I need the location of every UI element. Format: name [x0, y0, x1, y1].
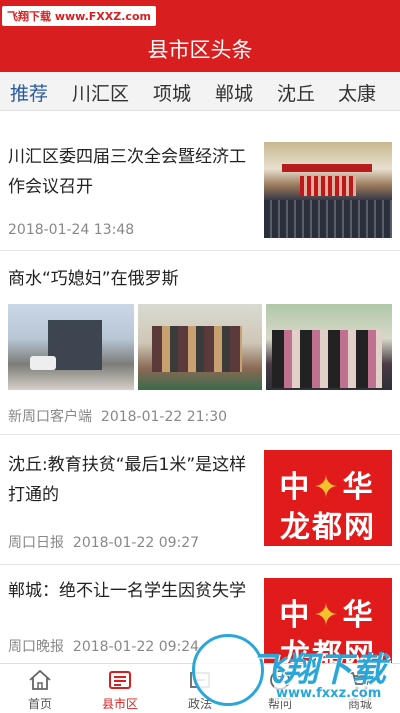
news-meta: 周口日报 2018-01-22 09:27 — [8, 532, 199, 552]
tab-recommend[interactable]: 推荐 — [10, 79, 48, 106]
news-time: 2018-01-22 09:24 — [72, 639, 200, 655]
category-tabs: 推荐 川汇区 项城 郸城 沈丘 太康 — [0, 72, 400, 111]
news-title: 沈丘:教育扶贫“最后1米”是这样打通的 — [8, 455, 247, 505]
longdu-logo-thumbnail: 中✦华 龙都网 — [264, 450, 392, 546]
tab-xiangcheng[interactable]: 项城 — [153, 79, 191, 106]
app-header: 飞翔下载 www.FXXZ.com 县市区头条 — [0, 0, 400, 72]
news-source: 周口日报 — [8, 535, 64, 551]
news-title: 郸城：绝不让一名学生因贫失学 — [8, 581, 246, 601]
tab-chuanhui[interactable]: 川汇区 — [72, 79, 129, 106]
tab-taikang[interactable]: 太康 — [338, 79, 376, 106]
news-source: 周口晚报 — [8, 639, 64, 655]
news-photo — [138, 304, 262, 390]
news-item[interactable]: 沈丘:教育扶贫“最后1米”是这样打通的 周口日报 2018-01-22 09:2… — [0, 434, 400, 565]
tab-dancheng[interactable]: 郸城 — [215, 79, 253, 106]
news-meta: 新周口客户端 2018-01-22 21:30 — [8, 406, 227, 426]
news-time: 2018-01-22 21:30 — [100, 409, 228, 425]
news-title: 商水“巧媳妇”在俄罗斯 — [8, 269, 179, 289]
news-photo — [266, 304, 392, 390]
newspaper-icon — [109, 671, 131, 689]
watermark-top: 飞翔下载 www.FXXZ.com — [2, 6, 156, 26]
news-time: 2018-01-24 13:48 — [8, 222, 135, 238]
news-photo — [8, 304, 134, 390]
news-title: 川汇区委四届三次全会暨经济工作会议召开 — [8, 147, 246, 197]
nav-county[interactable]: 县市区 — [80, 664, 160, 713]
news-item[interactable]: 川汇区委四届三次全会暨经济工作会议召开 2018-01-24 13:48 — [0, 110, 400, 251]
news-thumbnail — [264, 142, 392, 238]
home-icon — [29, 669, 51, 690]
page-title: 县市区头条 — [147, 38, 253, 62]
news-meta: 周口晚报 2018-01-22 09:24 — [8, 636, 199, 656]
tab-shenqiu[interactable]: 沈丘 — [277, 79, 315, 106]
watermark-bottom: 飞翔下载 www.fxxz.com — [188, 628, 398, 712]
news-source: 新周口客户端 — [8, 409, 92, 425]
news-item[interactable]: 商水“巧媳妇”在俄罗斯 新周口客户端 2018-01-22 21:30 — [0, 250, 400, 435]
nav-home[interactable]: 首页 — [0, 664, 80, 713]
news-time: 2018-01-22 09:27 — [72, 535, 200, 551]
